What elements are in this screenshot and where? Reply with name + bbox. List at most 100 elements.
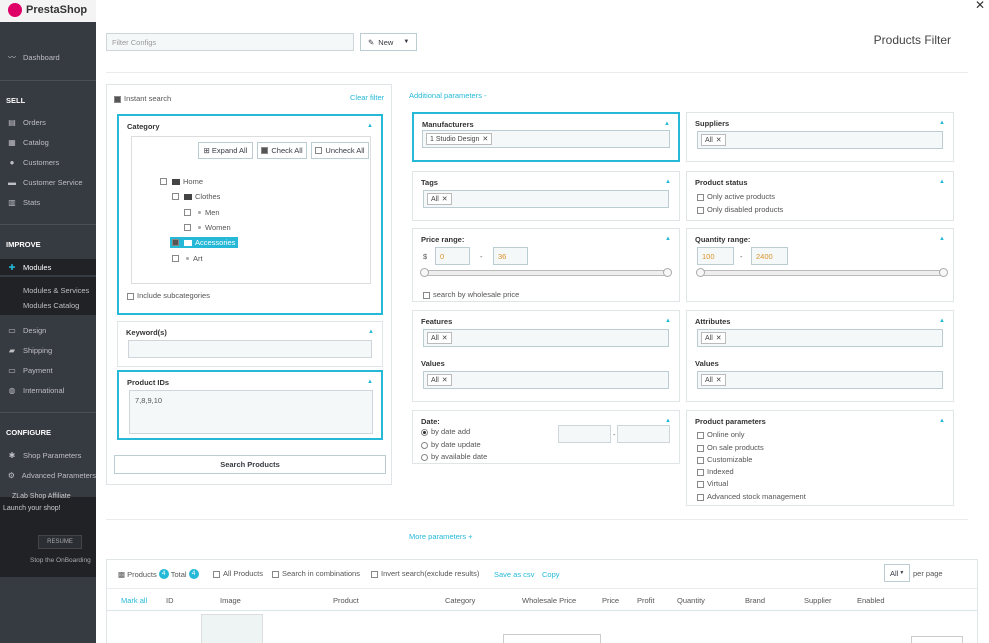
column-category[interactable]: Category bbox=[445, 596, 475, 605]
invert-search-checkbox[interactable]: Invert search(exclude results) bbox=[371, 569, 479, 578]
close-icon[interactable]: ✕ bbox=[975, 0, 985, 12]
remove-icon[interactable]: ✕ bbox=[442, 377, 448, 384]
price-min-input[interactable]: 0 bbox=[435, 247, 470, 265]
remove-icon[interactable]: ✕ bbox=[716, 377, 722, 384]
suppliers-select[interactable]: All ✕ bbox=[697, 131, 943, 149]
tree-node-women[interactable]: Women bbox=[184, 223, 231, 232]
date-to-input[interactable] bbox=[617, 425, 670, 443]
sidebar-item-stats[interactable]: ▥ Stats bbox=[0, 194, 96, 210]
checkbox[interactable] bbox=[160, 178, 167, 185]
sidebar-item-shop-parameters[interactable]: ✱ Shop Parameters bbox=[0, 447, 96, 463]
online-only-checkbox[interactable]: Online only bbox=[697, 430, 745, 439]
tree-node-clothes[interactable]: Clothes bbox=[172, 192, 220, 201]
slider-handle-max[interactable] bbox=[939, 268, 948, 277]
features-select[interactable]: All ✕ bbox=[423, 329, 669, 347]
checkbox[interactable] bbox=[184, 209, 191, 216]
checkbox-checked[interactable] bbox=[172, 239, 179, 246]
additional-parameters-link[interactable]: Additional parameters - bbox=[409, 91, 487, 100]
sidebar-item-advanced-parameters[interactable]: ⚙ Advanced Parameters bbox=[0, 467, 96, 483]
sidebar-item-international[interactable]: ◍ International bbox=[0, 382, 96, 398]
only-disabled-checkbox[interactable]: Only disabled products bbox=[697, 205, 783, 214]
stop-onboarding-link[interactable]: Stop the OnBoarding bbox=[30, 557, 91, 564]
collapse-icon[interactable]: ▲ bbox=[665, 418, 671, 424]
sidebar-subitem-modules-catalog[interactable]: Modules Catalog bbox=[23, 301, 79, 310]
advanced-stock-checkbox[interactable]: Advanced stock management bbox=[697, 492, 806, 501]
tree-node-men[interactable]: Men bbox=[184, 208, 220, 217]
price-max-input[interactable]: 36 bbox=[493, 247, 528, 265]
slider-handle-max[interactable] bbox=[663, 268, 672, 277]
product-ids-textarea[interactable]: 7,8,9,10 bbox=[129, 390, 373, 434]
sidebar-item-design[interactable]: ▭ Design bbox=[0, 322, 96, 338]
column-price[interactable]: Price bbox=[602, 596, 619, 605]
collapse-icon[interactable]: ▲ bbox=[939, 179, 945, 185]
mark-all-link[interactable]: Mark all bbox=[121, 596, 147, 605]
collapse-icon[interactable]: ▲ bbox=[939, 120, 945, 126]
row-action-button[interactable] bbox=[911, 636, 963, 643]
tree-node-art[interactable]: Art bbox=[172, 254, 203, 263]
date-from-input[interactable] bbox=[558, 425, 611, 443]
virtual-checkbox[interactable]: Virtual bbox=[697, 479, 728, 488]
logo-area[interactable]: PrestaShop bbox=[0, 0, 96, 22]
sidebar-subitem-modules-services[interactable]: Modules & Services bbox=[23, 286, 89, 295]
instant-search-checkbox[interactable]: Instant search bbox=[114, 94, 171, 103]
more-parameters-link[interactable]: More parameters + bbox=[409, 532, 473, 541]
column-profit[interactable]: Profit bbox=[637, 596, 655, 605]
search-combinations-checkbox[interactable]: Search in combinations bbox=[272, 569, 360, 578]
tree-node-home[interactable]: Home bbox=[160, 177, 203, 186]
sidebar-item-shipping[interactable]: ▰ Shipping bbox=[0, 342, 96, 358]
indexed-checkbox[interactable]: Indexed bbox=[697, 467, 734, 476]
sidebar-item-orders[interactable]: ▤ Orders bbox=[0, 114, 96, 130]
collapse-icon[interactable]: ▲ bbox=[368, 329, 374, 335]
column-wholesale-price[interactable]: Wholesale Price bbox=[522, 596, 576, 605]
column-enabled[interactable]: Enabled bbox=[857, 596, 885, 605]
manufacturers-select[interactable]: 1 Studio Design ✕ bbox=[422, 130, 670, 148]
collapse-icon[interactable]: ▲ bbox=[939, 236, 945, 242]
by-date-update-radio[interactable]: by date update bbox=[421, 440, 481, 449]
remove-icon[interactable]: ✕ bbox=[716, 137, 722, 144]
collapse-icon[interactable]: ▲ bbox=[664, 121, 670, 127]
price-range-slider[interactable] bbox=[420, 268, 672, 277]
quantity-range-slider[interactable] bbox=[696, 268, 948, 277]
remove-icon[interactable]: ✕ bbox=[442, 196, 448, 203]
clear-filter-link[interactable]: Clear filter bbox=[350, 93, 384, 102]
checkbox[interactable] bbox=[172, 255, 179, 262]
search-products-button[interactable]: Search Products bbox=[114, 455, 386, 474]
quantity-max-input[interactable]: 2400 bbox=[751, 247, 788, 265]
remove-icon[interactable]: ✕ bbox=[482, 136, 488, 143]
checkbox[interactable] bbox=[172, 193, 179, 200]
attributes-select[interactable]: All ✕ bbox=[697, 329, 943, 347]
collapse-icon[interactable]: ▲ bbox=[939, 418, 945, 424]
sidebar-item-customers[interactable]: ● Customers bbox=[0, 154, 96, 170]
slider-handle-min[interactable] bbox=[420, 268, 429, 277]
collapse-icon[interactable]: ▲ bbox=[367, 123, 373, 129]
sidebar-item-dashboard[interactable]: 〰 Dashboard bbox=[0, 49, 96, 65]
sidebar-item-payment[interactable]: ▭ Payment bbox=[0, 362, 96, 378]
resume-button[interactable]: RESUME bbox=[38, 535, 82, 549]
include-subcategories-checkbox[interactable]: Include subcategories bbox=[127, 291, 210, 300]
customizable-checkbox[interactable]: Customizable bbox=[697, 455, 752, 464]
expand-all-button[interactable]: ⊞ Expand All bbox=[198, 142, 253, 159]
remove-icon[interactable]: ✕ bbox=[442, 335, 448, 342]
copy-link[interactable]: Copy bbox=[542, 570, 560, 579]
collapse-icon[interactable]: ▲ bbox=[665, 236, 671, 242]
column-brand[interactable]: Brand bbox=[745, 596, 765, 605]
filter-configs-input[interactable]: Filter Configs bbox=[106, 33, 354, 51]
row-input[interactable] bbox=[503, 634, 601, 643]
all-products-checkbox[interactable]: All Products bbox=[213, 569, 263, 578]
only-active-checkbox[interactable]: Only active products bbox=[697, 192, 775, 201]
by-available-date-radio[interactable]: by available date bbox=[421, 452, 487, 461]
quantity-min-input[interactable]: 100 bbox=[697, 247, 734, 265]
slider-handle-min[interactable] bbox=[696, 268, 705, 277]
uncheck-all-button[interactable]: Uncheck All bbox=[311, 142, 369, 159]
tags-select[interactable]: All ✕ bbox=[423, 190, 669, 208]
zlab-affiliate-link[interactable]: ZLab Shop Affiliate bbox=[12, 493, 71, 500]
keywords-input[interactable] bbox=[128, 340, 372, 358]
tree-node-accessories[interactable]: Accessories bbox=[170, 237, 239, 248]
column-id[interactable]: ID bbox=[166, 596, 174, 605]
by-date-add-radio[interactable]: by date add bbox=[421, 427, 470, 436]
collapse-icon[interactable]: ▲ bbox=[939, 318, 945, 324]
sidebar-item-modules[interactable]: ✚ Modules bbox=[0, 259, 96, 275]
sidebar-item-customer-service[interactable]: ▬ Customer Service bbox=[0, 174, 96, 190]
wholesale-price-checkbox[interactable]: search by wholesale price bbox=[423, 290, 519, 299]
per-page-select[interactable]: All ▼ bbox=[884, 564, 910, 582]
